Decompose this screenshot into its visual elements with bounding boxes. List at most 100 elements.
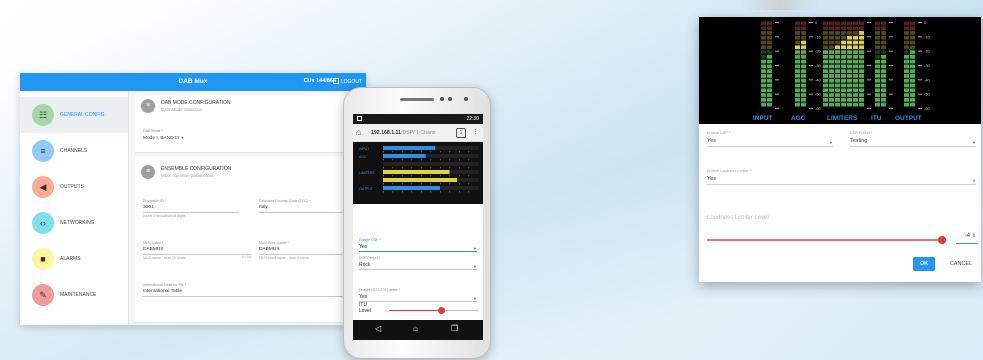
field-label: International Table for PIL * <box>143 283 187 287</box>
dsp-preset-select[interactable]: DSP Preset * Rock ▼ <box>359 256 477 270</box>
field-label: Enable DSP * <box>359 238 381 242</box>
mux-label-field[interactable]: MUX Label * DABMUX MUX name - max 16 cha… <box>143 241 251 260</box>
meter-segment <box>875 74 880 78</box>
meter-segment <box>761 35 766 40</box>
scale-label: 0 <box>924 20 927 25</box>
meter-segment <box>795 102 800 107</box>
meter-segment <box>859 83 864 88</box>
sidebar-item-channels[interactable]: ≡ CHANNELS <box>20 133 128 169</box>
field-underline <box>359 269 477 270</box>
limiter-level-slider[interactable] <box>707 239 943 241</box>
meter-segment <box>910 45 915 50</box>
meter-segment <box>847 50 852 54</box>
meter-segment <box>761 59 766 64</box>
meter-segment <box>835 21 840 26</box>
meter-segment <box>829 40 834 45</box>
meter-tick <box>411 151 413 153</box>
cancel-button[interactable]: CANCEL <box>944 257 978 271</box>
scale-tick <box>809 22 813 23</box>
field-label: MUX Label * <box>143 241 164 245</box>
meter-segment <box>875 97 880 102</box>
itu-limiter-select[interactable]: Enable ITU 1770 Limiter * Yes ▼ <box>359 288 477 302</box>
overflow-menu-icon[interactable]: ⋮ <box>472 128 479 136</box>
sidebar-item-general-config[interactable]: ☷ GENERAL CONFIG <box>20 97 128 133</box>
meter-segment <box>875 64 880 69</box>
logout-label: LOGOUT <box>340 79 362 85</box>
meter-segment <box>767 45 772 50</box>
scale-tick <box>889 36 893 38</box>
recent-apps-icon[interactable]: ❐ <box>451 324 458 333</box>
url-field[interactable]: 192.168.1.11/DSP/ 1 Chans <box>371 130 435 136</box>
meter-segment <box>795 54 800 59</box>
home-icon[interactable]: ⌂ <box>356 127 361 137</box>
meter-segment <box>847 59 852 64</box>
dsp-preset-select[interactable]: DSP Preset * Testing ▼ <box>850 131 976 147</box>
meter-segment <box>875 83 880 88</box>
meter-tick <box>440 183 441 185</box>
meter-segment <box>829 50 834 54</box>
sidebar-item-maintenance[interactable]: ✎ MAINTENANCE <box>20 277 128 313</box>
meter-segment <box>823 78 828 83</box>
meter-segment <box>859 74 864 78</box>
meter-tick <box>440 167 441 169</box>
meter-segment <box>875 45 880 50</box>
meter-segment <box>841 21 846 26</box>
meter-tick <box>392 175 394 177</box>
loudness-limiter-select[interactable]: Enable Loudness Limiter * Yes ▼ <box>707 169 976 185</box>
meter-segment <box>767 78 772 83</box>
meter-segment <box>823 69 828 74</box>
sidebar-item-alarms[interactable]: ■ ALARMS <box>20 241 128 277</box>
meter-label-limiters: LIMITERS <box>827 115 858 122</box>
dab-mode-card: ≡ DAB MODE CONFIGURATION DAB Mode Select… <box>135 95 363 153</box>
scale-tick <box>867 36 871 38</box>
meter-segment <box>853 97 858 102</box>
meter-segment <box>853 31 858 35</box>
scale-tick <box>867 65 871 66</box>
slider-handle[interactable] <box>938 236 947 244</box>
field-value: DABMUX <box>143 247 164 252</box>
scale-tick <box>867 50 871 52</box>
ensemble-id-field[interactable]: Ensemble ID * 3001 Insert 4 hexadecimal … <box>143 199 239 218</box>
meter-segment <box>823 59 828 64</box>
home-nav-icon[interactable]: ⌂ <box>413 324 418 333</box>
scale-label: -60 <box>815 106 822 111</box>
card-header: ≡ ENSEMBLE CONFIGURATION MUX common para… <box>135 161 363 183</box>
notification-icon <box>357 116 362 121</box>
meter-tick <box>430 191 432 193</box>
meter-segment <box>847 102 852 107</box>
dab-mode-select[interactable]: DAB Mode * Mode I, BAND III ▼ <box>143 129 203 141</box>
limiter-level-input[interactable]: -4 ⇕ <box>956 230 978 244</box>
meter-segment <box>904 45 909 50</box>
meter-segment <box>835 26 840 31</box>
meter-label-input: INPUT <box>753 115 773 122</box>
meter-segment <box>829 78 834 83</box>
meter-segment <box>853 59 858 64</box>
sidebar-item-networking[interactable]: ‹› NETWORKING <box>20 205 128 241</box>
meter-segment <box>904 40 909 45</box>
scale-tick <box>867 22 871 23</box>
meter-segment <box>904 54 909 59</box>
enable-dsp-select[interactable]: Enable DSP * Yes ▼ <box>359 238 477 252</box>
logout-button[interactable]: LOGOUT <box>332 78 362 85</box>
meter-segment <box>829 31 834 35</box>
ok-button[interactable]: OK <box>913 257 935 271</box>
meter-segment <box>761 50 766 54</box>
meter-segment <box>761 78 766 83</box>
playlist-icon: ≡ <box>32 140 54 162</box>
enable-dsp-select[interactable]: Enable DSP * Yes ▼ <box>707 131 833 147</box>
sidebar-item-outputs[interactable]: ◀ OUTPUTS <box>20 169 128 205</box>
international-table-select[interactable]: International Table for PIL * Internatio… <box>143 283 359 297</box>
card-title: DAB MODE CONFIGURATION <box>161 100 231 106</box>
meter-segment <box>767 26 772 31</box>
field-hint: MUX name - max 16 chars <box>143 256 186 260</box>
card-subtitle: MUX common parameters <box>161 173 214 178</box>
itu-level-slider[interactable] <box>389 307 479 314</box>
background-streak <box>740 0 820 10</box>
scale-tick <box>775 108 779 109</box>
field-label: Enable Loudness Limiter * <box>707 169 752 173</box>
tabs-button[interactable]: 1 <box>456 128 466 138</box>
back-icon[interactable]: ◁ <box>375 324 381 333</box>
meter-segment <box>904 97 909 102</box>
slider-fill <box>389 310 442 311</box>
meter-label-agc: AGC <box>791 115 806 122</box>
